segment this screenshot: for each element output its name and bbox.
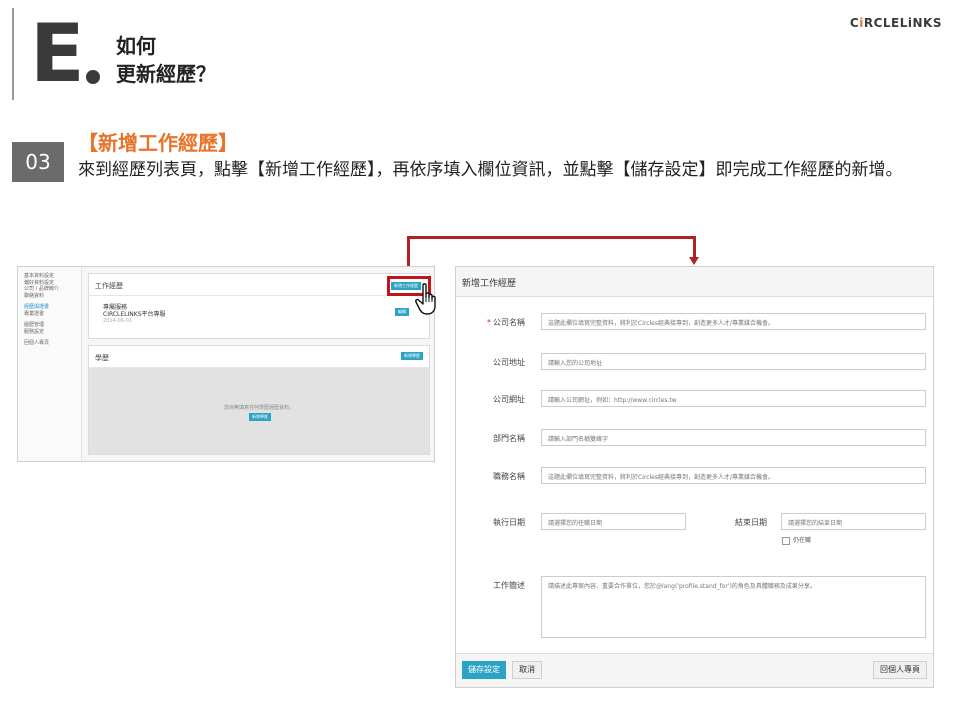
slide-title-line2: 更新經歷？ — [116, 62, 216, 86]
edit-button[interactable]: 編輯 — [395, 308, 409, 316]
education-card: 學歷 新增學歷 您尚無填寫任何學歷經歷資料。 新增學歷 — [88, 345, 430, 455]
company-address-input[interactable]: 請輸入您的公司地址 — [541, 353, 926, 370]
company-name-label: * 公司名稱 — [487, 318, 525, 327]
description-textarea[interactable]: 請描述此專案內容、重要合作單位，您於@lang('profile.stand_f… — [541, 576, 926, 638]
still-employed-checkbox[interactable]: 仍在職 — [782, 535, 811, 545]
empty-message: 您尚無填寫任何學歷經歷資料。 — [223, 405, 294, 411]
step-title: 【新增工作經歷】 — [78, 131, 238, 155]
education-card-title: 學歷 — [89, 346, 429, 368]
step-number-badge: 03 — [12, 142, 64, 182]
education-empty-state: 您尚無填寫任何學歷經歷資料。 新增學歷 — [89, 368, 429, 454]
company-website-label: 公司網址 — [493, 395, 525, 404]
slide-title-line1: 如何 — [116, 34, 156, 58]
form-title: 新增工作經歷 — [456, 267, 933, 297]
department-label: 部門名稱 — [493, 434, 525, 443]
start-date-input[interactable]: 請選擇您的任職日期 — [541, 513, 686, 530]
work-entry-company: CIRCLELINKS平台專服 — [103, 311, 166, 318]
left-divider — [12, 8, 14, 100]
connector-line-across — [407, 236, 696, 239]
arrow-down-icon — [689, 257, 699, 265]
department-input[interactable]: 請輸入部門名稱雙峰字 — [541, 429, 926, 446]
end-date-label: 結束日期 — [735, 518, 767, 527]
form-footer: 儲存設定 取消 回個人專頁 — [456, 653, 933, 687]
hand-pointer-icon — [415, 283, 436, 315]
work-entry-date: 2014-06-01 — [103, 318, 133, 324]
mini-sidebar: 基本資料設定 偏好資料設定 公司 / 品牌簡介 聯絡資料 經歷與證書 專業證書 … — [18, 267, 82, 461]
back-to-profile-button[interactable]: 回個人專頁 — [873, 661, 927, 679]
connector-line-down — [693, 236, 696, 258]
add-work-experience-form: 新增工作經歷 * 公司名稱 這題此欄位填寫完整資料，將利於Circles經典接專到… — [455, 266, 934, 688]
position-label: 職務名稱 — [493, 472, 525, 481]
save-settings-button[interactable]: 儲存設定 — [462, 661, 506, 679]
end-date-input[interactable]: 請選擇您的結束日期 — [781, 513, 926, 530]
add-education-button[interactable]: 新增學歷 — [401, 352, 423, 360]
section-dot — [86, 70, 100, 84]
section-letter: E — [30, 7, 85, 100]
brand-logo: CiRCLELiNKS — [849, 16, 942, 30]
description-label: 工作簡述 — [493, 581, 525, 590]
work-experience-card: 工作經歷 新增工作經歷 專屬服務 CIRCLELINKS平台專服 2014-06… — [88, 273, 431, 339]
sidebar-item[interactable]: 回個人專頁 — [24, 340, 81, 347]
work-card-title: 工作經歷 — [89, 274, 429, 296]
company-website-input[interactable]: 請輸入公司網址，例如：http://www.circles.tw — [541, 390, 926, 407]
company-address-label: 公司地址 — [493, 358, 525, 367]
experience-list-screenshot: 基本資料設定 偏好資料設定 公司 / 品牌簡介 聯絡資料 經歷與證書 專業證書 … — [17, 266, 435, 462]
cancel-button[interactable]: 取消 — [512, 661, 542, 679]
empty-add-education-button[interactable]: 新增學歷 — [249, 413, 271, 421]
company-name-input[interactable]: 這題此欄位填寫完整資料，將利於Circles經典接專到，創造更多人才/專業媒合機… — [541, 313, 926, 330]
work-entry-title: 專屬服務 — [103, 304, 128, 311]
step-description: 來到經歷列表頁，點擊【新增工作經歷】，再依序填入欄位資訊，並點擊【儲存設定】即完… — [78, 160, 903, 180]
position-input[interactable]: 這題此欄位填寫完整資料，將利於Circles經典接專到，創造更多人才/專業媒合機… — [541, 467, 926, 484]
start-date-label: 執行日期 — [493, 518, 525, 527]
work-entry: 專屬服務 CIRCLELINKS平台專服 2014-06-01 — [103, 304, 166, 325]
checkbox-box[interactable] — [782, 536, 790, 545]
